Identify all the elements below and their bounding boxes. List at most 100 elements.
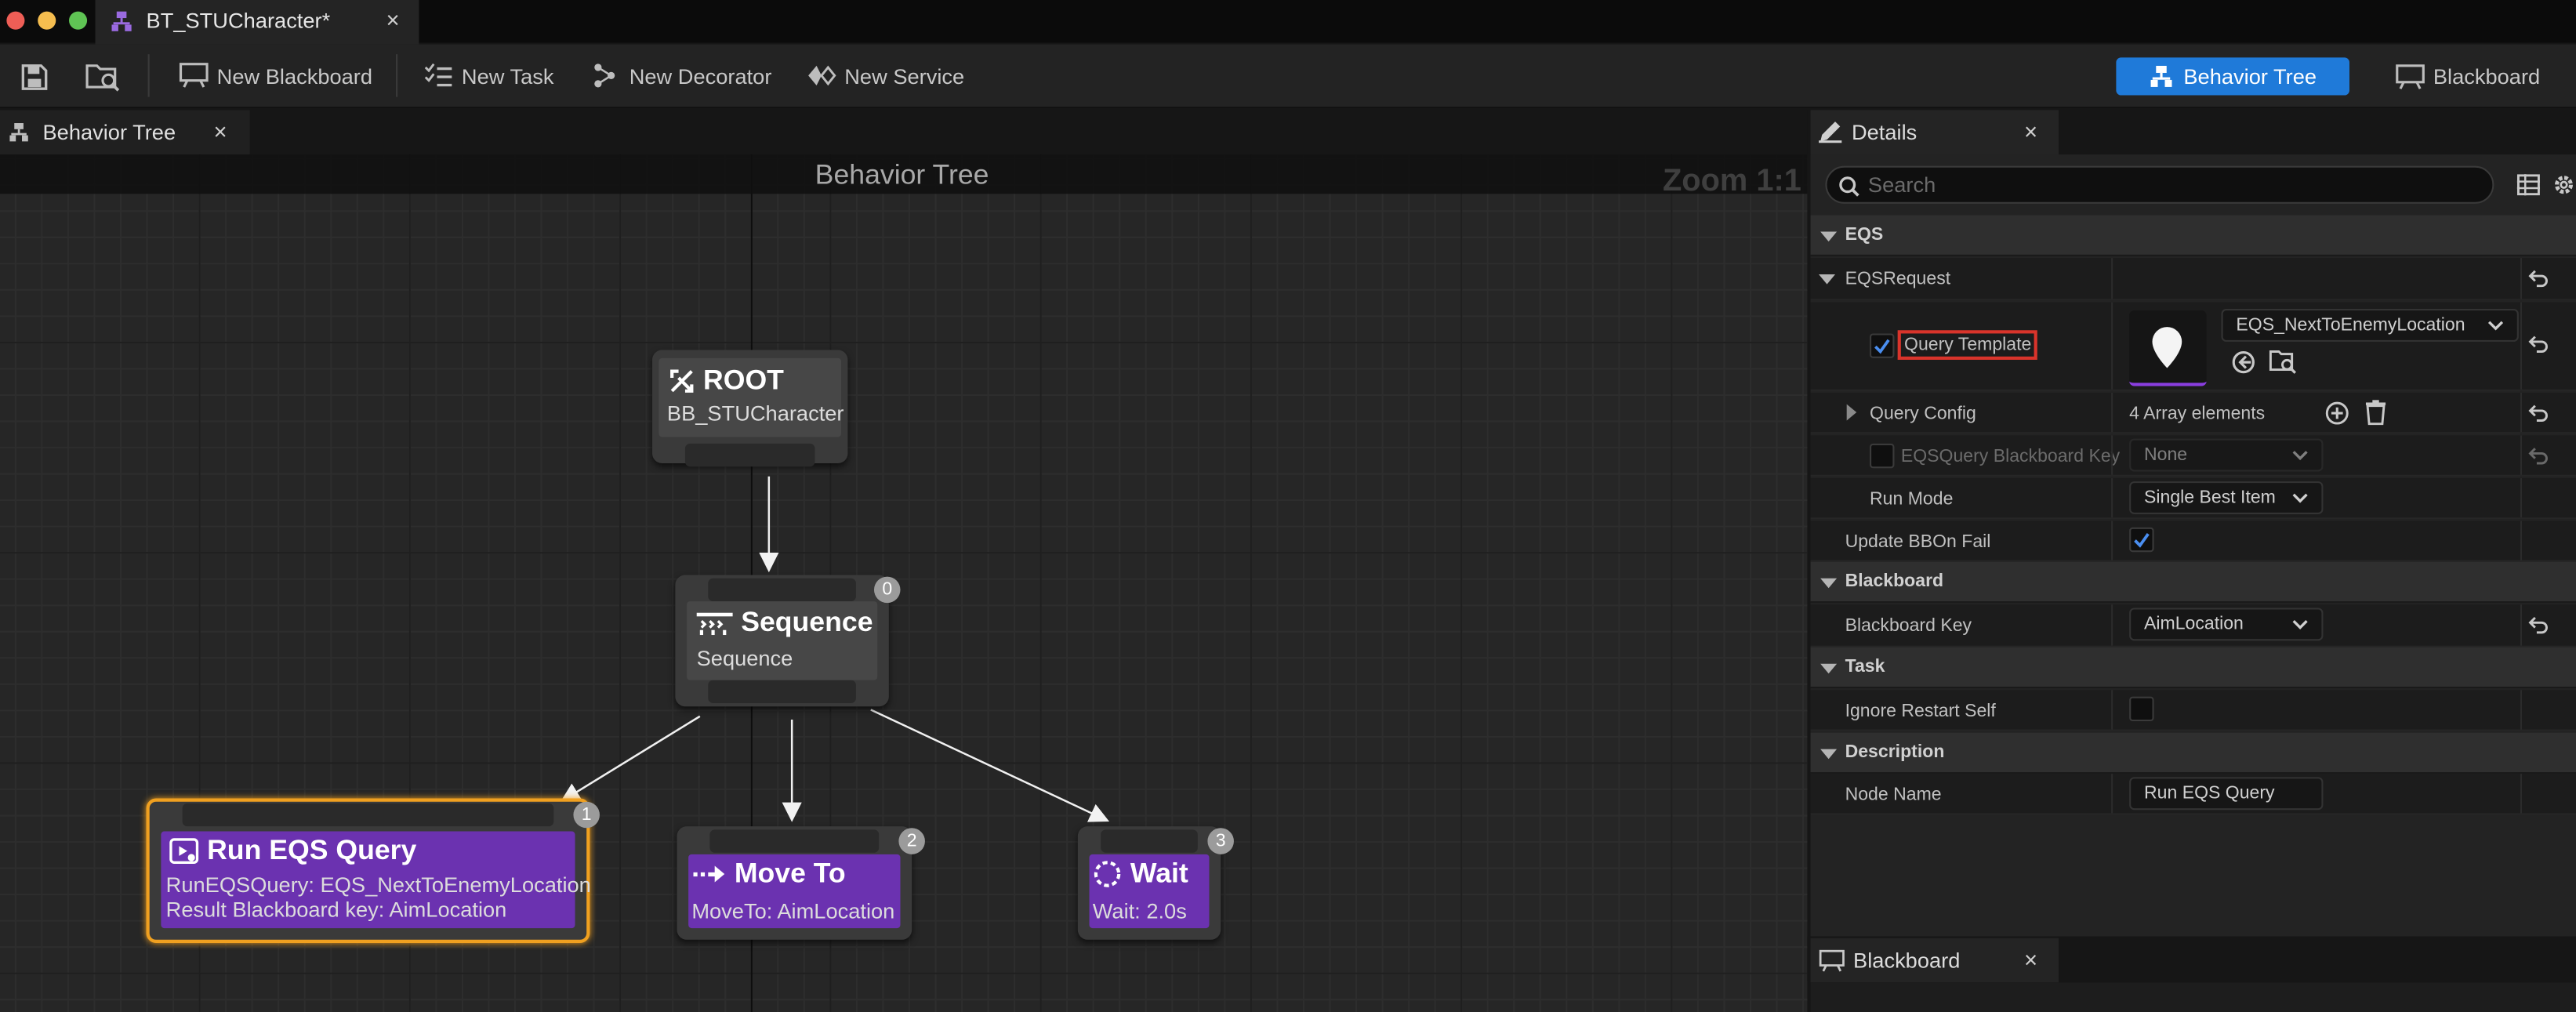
add-element-icon[interactable] — [2325, 401, 2349, 425]
run-eqs-node-line2: Result Blackboard key: AimLocation — [165, 897, 507, 922]
use-selected-asset-icon[interactable] — [2231, 350, 2255, 374]
sequence-input-pin[interactable] — [708, 578, 856, 602]
query-template-checkbox[interactable] — [1870, 333, 1895, 358]
run-eqs-execution-index: 1 — [573, 801, 600, 829]
reset-to-default-icon[interactable] — [2528, 336, 2548, 354]
move-to-input-pin[interactable] — [709, 829, 880, 853]
chevron-down-icon — [2292, 493, 2308, 503]
pencil-icon — [1819, 122, 1842, 143]
blackboard-icon — [2396, 63, 2425, 89]
wait-clock-icon — [1094, 861, 1121, 887]
collapse-arrow-icon[interactable] — [1819, 274, 1836, 285]
eqs-query-bb-key-combo[interactable]: None — [2129, 438, 2324, 472]
update-bb-on-fail-checkbox[interactable] — [2129, 527, 2154, 553]
eqs-query-bb-key-row: EQSQuery Blackboard Key None — [1810, 435, 2576, 477]
move-to-node-title: Move To — [734, 858, 846, 889]
reset-to-default-icon[interactable] — [2528, 616, 2548, 634]
section-blackboard[interactable]: Blackboard — [1810, 561, 2576, 604]
behavior-tree-mode-label: Behavior Tree — [2183, 63, 2317, 89]
section-eqs[interactable]: EQS — [1810, 215, 2576, 256]
close-tab-icon[interactable]: × — [2024, 118, 2037, 145]
root-node-subtitle: BB_STUCharacter — [666, 401, 844, 426]
collapse-arrow-icon[interactable] — [1820, 749, 1838, 760]
eqs-query-bb-key-checkbox[interactable] — [1870, 443, 1895, 469]
section-description-title: Description — [1845, 742, 1945, 763]
wait-execution-index: 3 — [1207, 828, 1234, 854]
reset-to-default-icon[interactable] — [2528, 270, 2548, 288]
behavior-tree-icon — [2150, 65, 2172, 87]
behavior-tree-editor-window: BT_STUCharacter* × New Blackboard New Ta… — [0, 0, 2576, 1012]
settings-gear-icon[interactable] — [2552, 172, 2576, 197]
node-name-value: Run EQS Query — [2144, 783, 2275, 803]
run-eqs-node-title: Run EQS Query — [207, 834, 417, 866]
section-task-title: Task — [1845, 657, 1885, 677]
behavior-tree-mode-button[interactable]: Behavior Tree — [2116, 57, 2349, 96]
root-node-title: ROOT — [703, 365, 784, 397]
search-icon — [1839, 176, 1859, 197]
update-bb-on-fail-label: Update BBOn Fail — [1845, 532, 1991, 553]
collapse-arrow-icon[interactable] — [1820, 578, 1838, 589]
sequence-node-subtitle: Sequence — [696, 645, 793, 671]
query-template-label: Query Template — [1897, 330, 2038, 360]
collapse-arrow-icon[interactable] — [1820, 663, 1838, 674]
sequence-node-title: Sequence — [741, 606, 873, 638]
close-tab-icon[interactable]: × — [2024, 946, 2037, 973]
run-mode-row: Run Mode Single Best Item — [1810, 477, 2576, 520]
wait-node[interactable]: Wait Wait: 2.0s — [1077, 826, 1221, 940]
ignore-restart-self-checkbox[interactable] — [2129, 696, 2154, 722]
blackboard-key-value: AimLocation — [2144, 614, 2244, 634]
query-config-row: Query Config 4 Array elements — [1810, 392, 2576, 434]
details-search-input[interactable]: Search — [1825, 165, 2494, 204]
chevron-down-icon — [2487, 321, 2504, 331]
root-output-pin[interactable] — [684, 443, 815, 467]
reset-to-default-icon[interactable] — [2528, 447, 2548, 465]
query-template-combo[interactable]: EQS_NextToEnemyLocation — [2221, 309, 2519, 342]
node-name-row: Node Name Run EQS Query — [1810, 774, 2576, 815]
reset-to-default-icon[interactable] — [2528, 404, 2548, 423]
root-node[interactable]: ROOT BB_STUCharacter — [652, 350, 848, 467]
sequence-output-pin[interactable] — [708, 680, 856, 704]
run-eqs-query-node[interactable]: Run EQS Query RunEQSQuery: EQS_NextToEne… — [146, 798, 591, 943]
expand-arrow-icon[interactable] — [1846, 404, 1857, 421]
run-eqs-icon — [169, 838, 199, 864]
table-view-icon[interactable] — [2516, 174, 2541, 196]
details-tab-label: Details — [1851, 119, 1917, 145]
browse-asset-icon[interactable] — [2269, 348, 2298, 375]
move-to-node[interactable]: Move To MoveTo: AimLocation — [677, 826, 912, 940]
checkmark-icon — [2134, 533, 2150, 548]
run-mode-combo[interactable]: Single Best Item — [2129, 481, 2324, 514]
blackboard-panel-tab[interactable]: Blackboard × — [1810, 938, 2059, 983]
ignore-restart-self-label: Ignore Restart Self — [1845, 701, 1996, 722]
chevron-down-icon — [2292, 620, 2308, 629]
blackboard-mode-button[interactable]: Blackboard — [2396, 57, 2560, 95]
blackboard-key-combo[interactable]: AimLocation — [2129, 608, 2324, 641]
run-mode-label: Run Mode — [1870, 489, 1954, 510]
query-config-value: 4 Array elements — [2129, 404, 2266, 424]
query-template-row: Query Template EQS_NextToEnemyLocation — [1810, 302, 2576, 391]
location-pin-icon — [2152, 327, 2182, 368]
query-template-thumbnail[interactable] — [2129, 310, 2207, 386]
blackboard-panel-tab-label: Blackboard — [1853, 948, 1961, 973]
node-name-input[interactable]: Run EQS Query — [2129, 777, 2324, 811]
blackboard-icon — [1819, 949, 1845, 972]
details-tab[interactable]: Details × — [1810, 110, 2059, 155]
blackboard-key-row: Blackboard Key AimLocation — [1810, 604, 2576, 647]
ignore-restart-self-row: Ignore Restart Self — [1810, 690, 2576, 731]
sequence-to-wait-link — [870, 709, 1110, 822]
sequence-to-eqs-link — [560, 715, 701, 803]
wait-node-title: Wait — [1130, 858, 1188, 889]
sequence-icon — [696, 612, 733, 636]
blackboard-key-label: Blackboard Key — [1845, 615, 1972, 637]
sequence-execution-index: 0 — [873, 576, 901, 604]
section-task[interactable]: Task — [1810, 647, 2576, 689]
wait-input-pin[interactable] — [1101, 829, 1198, 853]
trash-icon[interactable] — [2364, 399, 2387, 426]
section-description[interactable]: Description — [1810, 732, 2576, 774]
wait-node-subtitle: Wait: 2.0s — [1092, 898, 1187, 923]
eqs-input-pin[interactable] — [182, 803, 554, 827]
eqs-request-row: EQSRequest — [1810, 258, 2576, 301]
node-name-label: Node Name — [1845, 785, 1942, 805]
update-bb-on-fail-row: Update BBOn Fail — [1810, 521, 2576, 562]
collapse-arrow-icon[interactable] — [1820, 231, 1838, 242]
sequence-node[interactable]: Sequence Sequence — [675, 575, 889, 707]
